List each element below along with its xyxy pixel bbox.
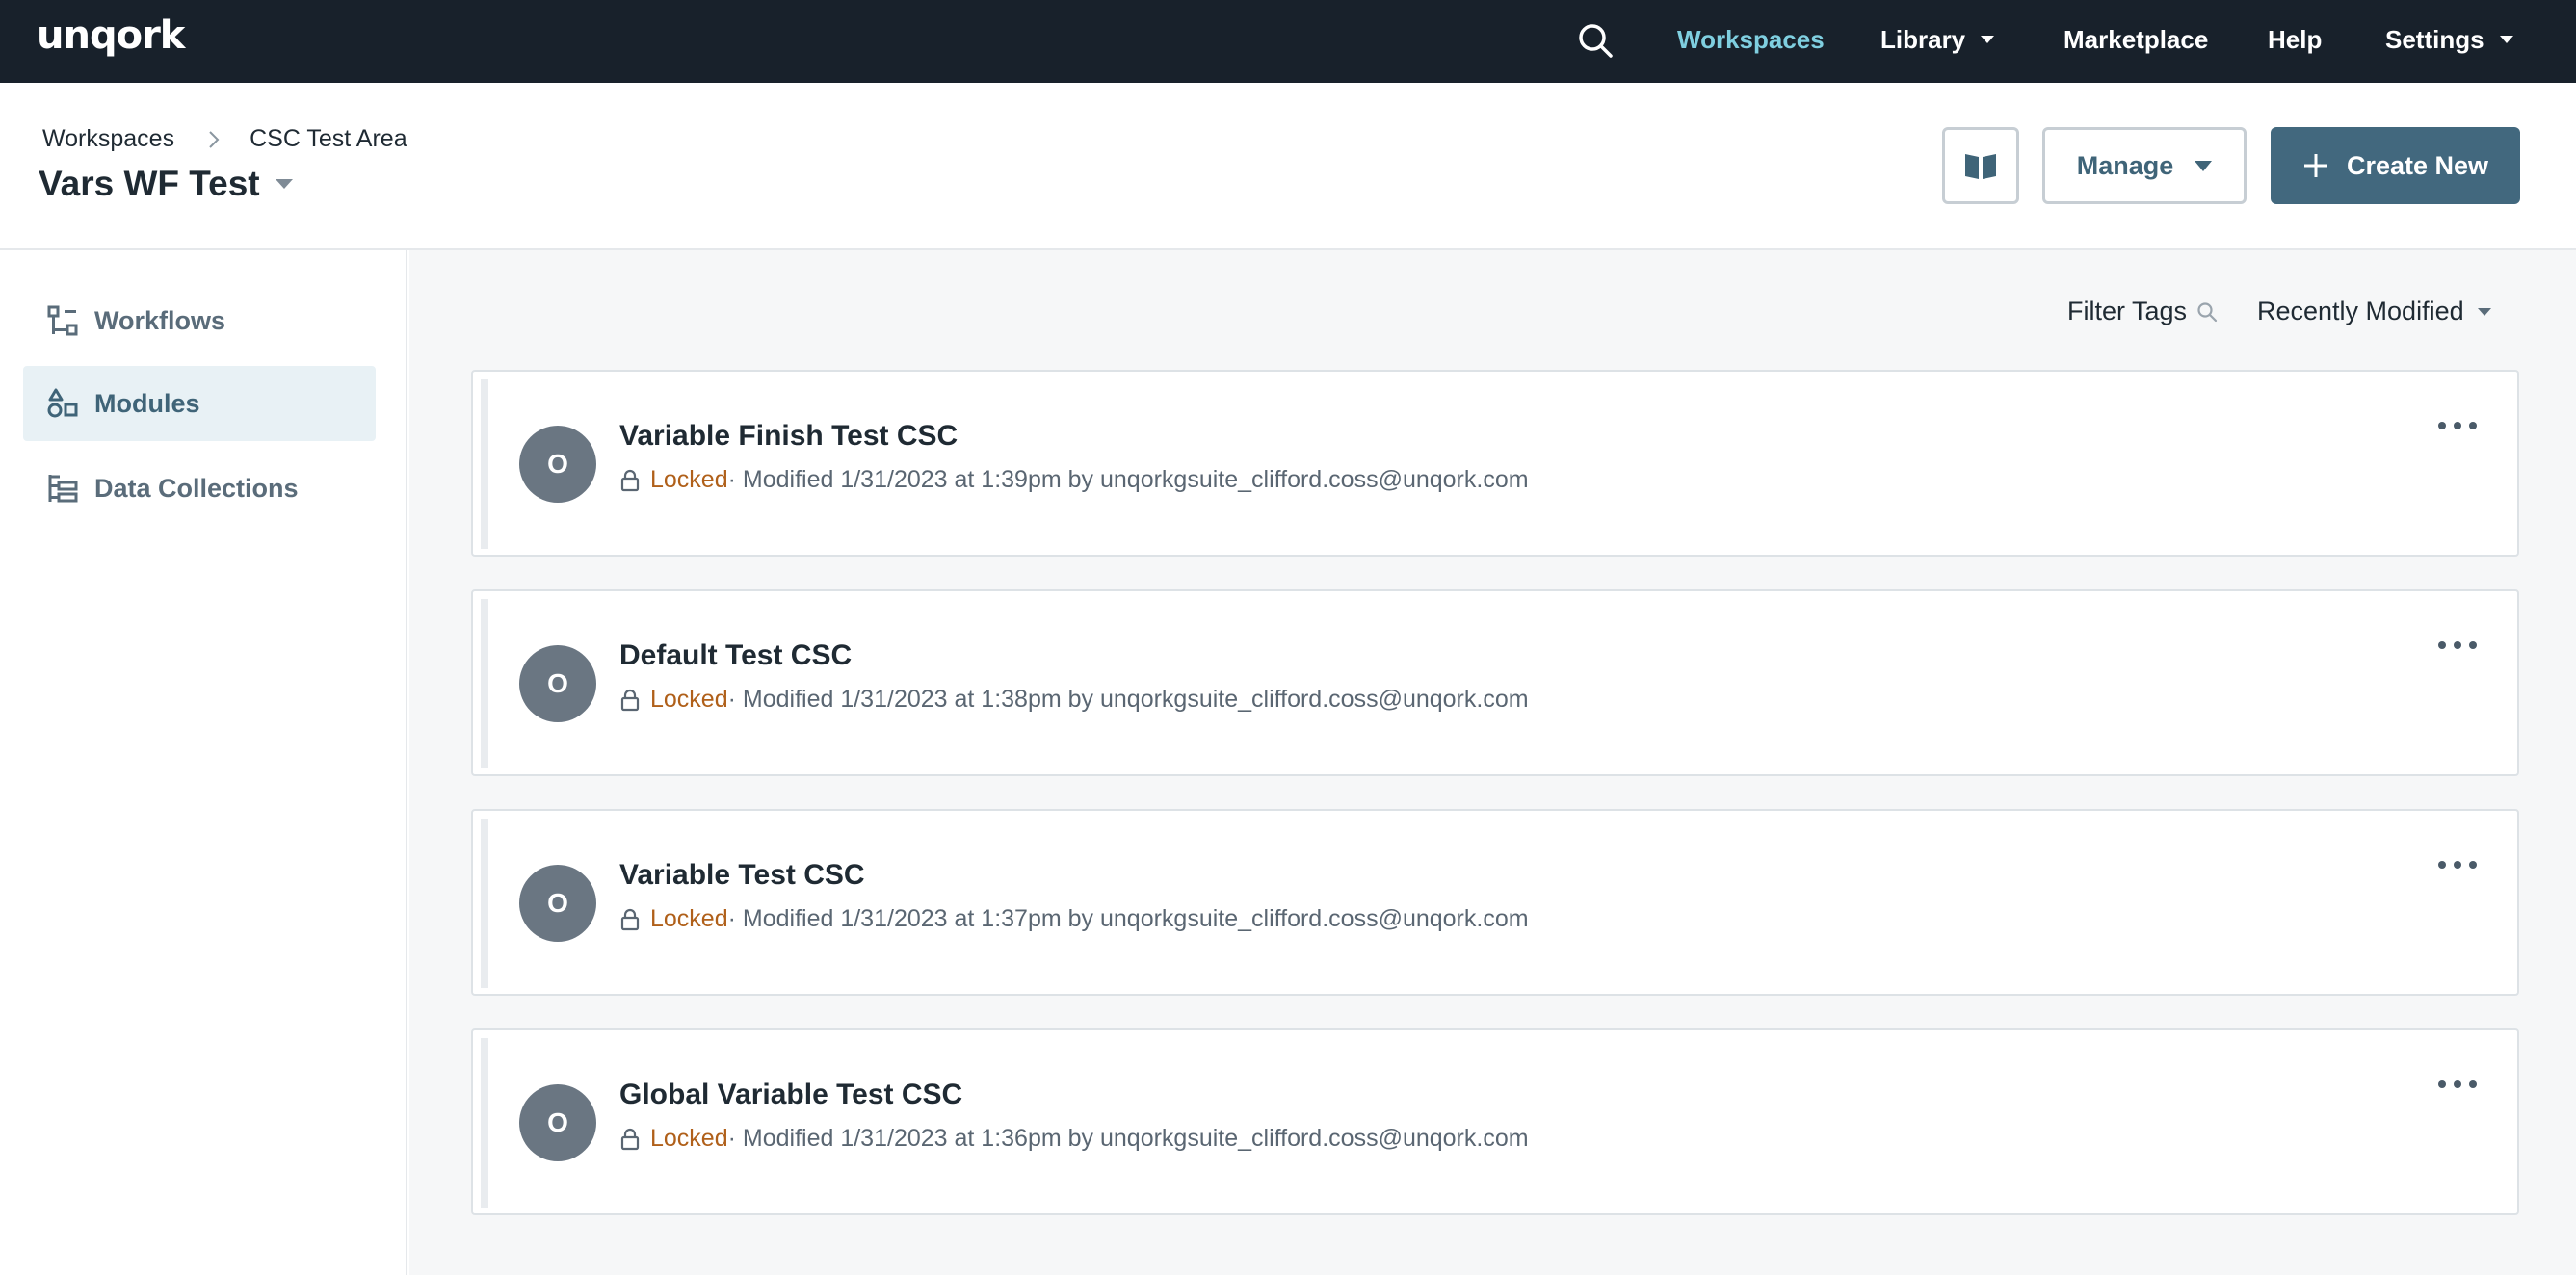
- module-meta: Locked · Modified 1/31/2023 at 1:37pm by…: [619, 905, 1529, 933]
- workflow-icon: [47, 305, 78, 336]
- manage-button[interactable]: Manage: [2042, 127, 2247, 204]
- module-meta: Locked · Modified 1/31/2023 at 1:36pm by…: [619, 1125, 1529, 1153]
- locked-status: Locked: [650, 1125, 728, 1152]
- lock-icon: [620, 908, 640, 930]
- sidebar-item-modules[interactable]: Modules: [23, 366, 376, 441]
- sidebar-item-label: Workflows: [94, 305, 226, 335]
- chevron-down-icon: [275, 179, 293, 189]
- nav-marketplace-label: Marketplace: [2063, 25, 2209, 54]
- sidebar-item-data-collections[interactable]: Data Collections: [23, 451, 376, 526]
- breadcrumb-workspaces[interactable]: Workspaces: [42, 125, 174, 153]
- manage-button-label: Manage: [2076, 150, 2174, 180]
- nav-workspaces[interactable]: Workspaces: [1677, 25, 1825, 55]
- main-content: Filter Tags Recently Modified O Variable…: [409, 250, 2576, 1275]
- module-name[interactable]: Global Variable Test CSC: [619, 1079, 962, 1111]
- nav-help-label: Help: [2268, 25, 2323, 54]
- nav-help[interactable]: Help: [2268, 25, 2322, 55]
- lock-icon: [620, 689, 640, 711]
- unqork-logo[interactable]: unqork: [37, 13, 185, 58]
- filter-tags-button[interactable]: Filter Tags: [2067, 297, 2218, 326]
- more-options-icon[interactable]: [2438, 636, 2477, 655]
- locked-status: Locked: [650, 686, 728, 713]
- create-new-button[interactable]: Create New: [2271, 127, 2520, 204]
- card-stripe: [481, 379, 488, 549]
- lock-icon: [620, 1128, 640, 1150]
- card-stripe: [481, 599, 488, 768]
- chevron-down-icon: [2477, 307, 2491, 316]
- module-card[interactable]: O Default Test CSC Locked · Modified 1/3…: [471, 589, 2519, 776]
- modules-icon: [47, 388, 78, 418]
- nav-workspaces-label: Workspaces: [1677, 25, 1825, 54]
- nav-settings[interactable]: Settings: [2385, 25, 2513, 55]
- breadcrumb-csc-test-area[interactable]: CSC Test Area: [250, 125, 407, 153]
- sort-dropdown[interactable]: Recently Modified: [2257, 297, 2491, 326]
- chevron-down-icon: [2499, 36, 2513, 44]
- module-name[interactable]: Variable Test CSC: [619, 859, 865, 892]
- more-options-icon[interactable]: [2438, 1075, 2477, 1094]
- module-card[interactable]: O Variable Finish Test CSC Locked · Modi…: [471, 370, 2519, 557]
- sidebar-item-label: Data Collections: [94, 473, 299, 503]
- card-stripe: [481, 819, 488, 988]
- search-icon[interactable]: [1576, 21, 1615, 60]
- modified-text: · Modified 1/31/2023 at 1:36pm by unqork…: [727, 1125, 1529, 1152]
- nav-settings-label: Settings: [2385, 25, 2484, 54]
- avatar: O: [519, 645, 596, 722]
- breadcrumb: Workspaces CSC Test Area: [42, 125, 407, 153]
- locked-status: Locked: [650, 905, 728, 932]
- module-name[interactable]: Variable Finish Test CSC: [619, 420, 958, 453]
- top-nav: unqork Workspaces Library Marketplace He…: [0, 0, 2576, 83]
- modified-text: · Modified 1/31/2023 at 1:37pm by unqork…: [727, 905, 1529, 932]
- nav-marketplace[interactable]: Marketplace: [2063, 25, 2208, 55]
- chevron-right-icon: [209, 130, 220, 148]
- more-options-icon[interactable]: [2438, 416, 2477, 435]
- page-title[interactable]: Vars WF Test: [39, 164, 293, 204]
- sidebar-item-workflows[interactable]: Workflows: [23, 283, 376, 358]
- create-new-label: Create New: [2346, 150, 2489, 180]
- sidebar: Workflows Modules Data Collections: [0, 250, 407, 1275]
- card-stripe: [481, 1038, 488, 1208]
- data-collections-icon: [48, 475, 78, 503]
- locked-status: Locked: [650, 466, 728, 493]
- search-icon: [2197, 301, 2218, 322]
- book-icon: [1965, 154, 1996, 179]
- avatar: O: [519, 426, 596, 503]
- avatar: O: [519, 1084, 596, 1161]
- lock-icon: [620, 469, 640, 491]
- more-options-icon[interactable]: [2438, 855, 2477, 874]
- nav-library-label: Library: [1880, 25, 1966, 54]
- filter-tags-label: Filter Tags: [2067, 297, 2188, 325]
- module-name[interactable]: Default Test CSC: [619, 639, 852, 672]
- nav-library[interactable]: Library: [1880, 25, 1995, 55]
- module-meta: Locked · Modified 1/31/2023 at 1:38pm by…: [619, 686, 1529, 714]
- page-title-text: Vars WF Test: [39, 164, 260, 203]
- modified-text: · Modified 1/31/2023 at 1:39pm by unqork…: [727, 466, 1529, 493]
- chevron-down-icon: [2195, 160, 2213, 171]
- sidebar-item-label: Modules: [94, 388, 200, 418]
- plus-icon: [2303, 154, 2327, 177]
- modified-text: · Modified 1/31/2023 at 1:38pm by unqork…: [727, 686, 1529, 713]
- sort-label: Recently Modified: [2257, 297, 2464, 325]
- module-card[interactable]: O Variable Test CSC Locked · Modified 1/…: [471, 809, 2519, 996]
- chevron-down-icon: [1981, 36, 1995, 44]
- module-meta: Locked · Modified 1/31/2023 at 1:39pm by…: [619, 466, 1529, 494]
- avatar: O: [519, 865, 596, 942]
- docs-button[interactable]: [1942, 127, 2019, 204]
- module-card[interactable]: O Global Variable Test CSC Locked · Modi…: [471, 1028, 2519, 1215]
